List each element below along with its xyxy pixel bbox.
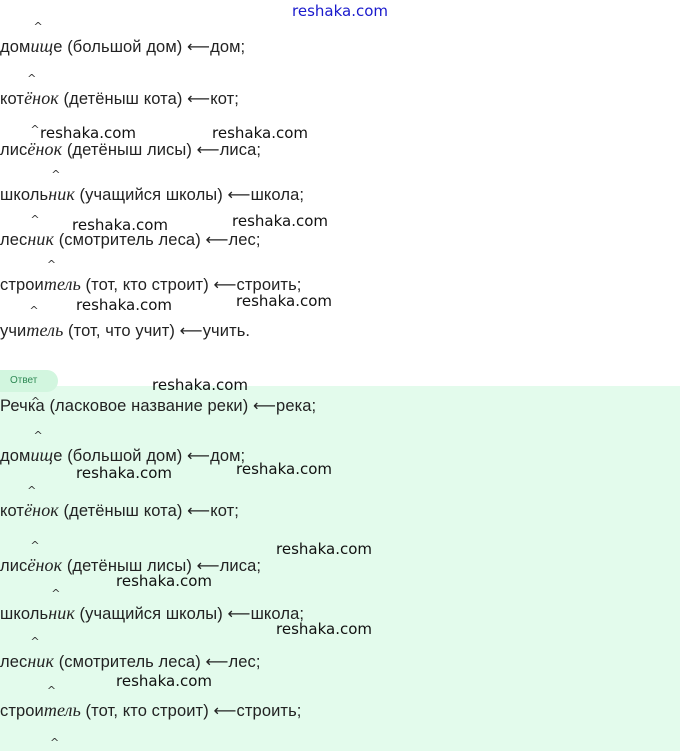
site-header-link[interactable]: reshaka.com [0,0,680,22]
watermark: reshaka.com [76,464,172,482]
answer-line-1: дом ^ ище (большой дом) ⟵дом; [0,429,246,465]
arrow-left-icon: ⟵ [196,140,220,159]
arrow-left-icon: ⟵ [187,501,211,520]
arrow-left-icon: ⟵ [187,89,211,108]
task-line-3: школь ^ ник (учащийся школы) ⟵школа; [0,168,305,204]
suffix-mark: ^ ник [48,587,75,623]
watermark: reshaka.com [40,124,136,142]
arrow-left-icon: ⟵ [253,396,277,415]
watermark: reshaka.com [72,216,168,234]
task-line-1: кот ^ ёнок (детёныш кота) ⟵кот; [0,72,239,108]
task-line-2: лис ^ ёнок (детёныш лисы) ⟵лиса; [0,123,262,159]
arrow-left-icon: ⟵ [187,37,211,56]
suffix-mark: ^ ищ [30,20,54,56]
suffix-mark: ^ тель [26,304,64,340]
task-line-0: дом ^ ище (большой дом) ⟵дом; [0,20,246,56]
watermark: reshaka.com [276,540,372,558]
arrow-left-icon: ⟵ [205,652,229,671]
arrow-left-icon: ⟵ [213,275,237,294]
suffix-mark: ^ ник [27,213,55,249]
suffix-mark: ^ ёнок [24,484,59,520]
arrow-left-icon: ⟵ [227,185,251,204]
answer-line-5: лес ^ ник (смотритель леса) ⟵лес; [0,635,261,671]
answer-line-4: школь ^ ник (учащийся школы) ⟵школа; [0,587,305,623]
suffix-mark: ^ тель [43,258,81,294]
answer-line-0: Реч ^ ка (ласковое название реки) ⟵река; [0,395,317,415]
suffix-mark: ^ ёнок [24,72,59,108]
answer-line-6: строи ^ тель (тот, кто строит) ⟵строить; [0,684,302,720]
watermark: reshaka.com [232,212,328,230]
answer-badge: Ответ [0,370,58,392]
watermark: reshaka.com [276,620,372,638]
watermark: reshaka.com [116,672,212,690]
task-line-6: учи ^ тель (тот, что учит) ⟵учить. [0,304,251,340]
suffix-mark: ^ ёнок [27,123,63,159]
answer-line-2: кот ^ ёнок (детёныш кота) ⟵кот; [0,484,239,520]
arrow-left-icon: ⟵ [213,701,237,720]
suffix-mark: ^ ёнок [27,539,63,575]
watermark: reshaka.com [152,376,248,394]
arrow-left-icon: ⟵ [187,446,211,465]
watermark: reshaka.com [116,572,212,590]
watermark: reshaka.com [236,292,332,310]
arrow-left-icon: ⟵ [205,230,229,249]
watermark: reshaka.com [76,296,172,314]
suffix-mark: ^ ник [48,168,75,204]
watermark: reshaka.com [212,124,308,142]
arrow-left-icon: ⟵ [227,604,251,623]
suffix-mark: ^ ник [27,635,55,671]
arrow-left-icon: ⟵ [179,321,203,340]
watermark: reshaka.com [236,460,332,478]
suffix-mark: ^ тель [43,684,81,720]
suffix-mark: ^ ищ [30,429,54,465]
suffix-mark: ^ [50,736,60,749]
